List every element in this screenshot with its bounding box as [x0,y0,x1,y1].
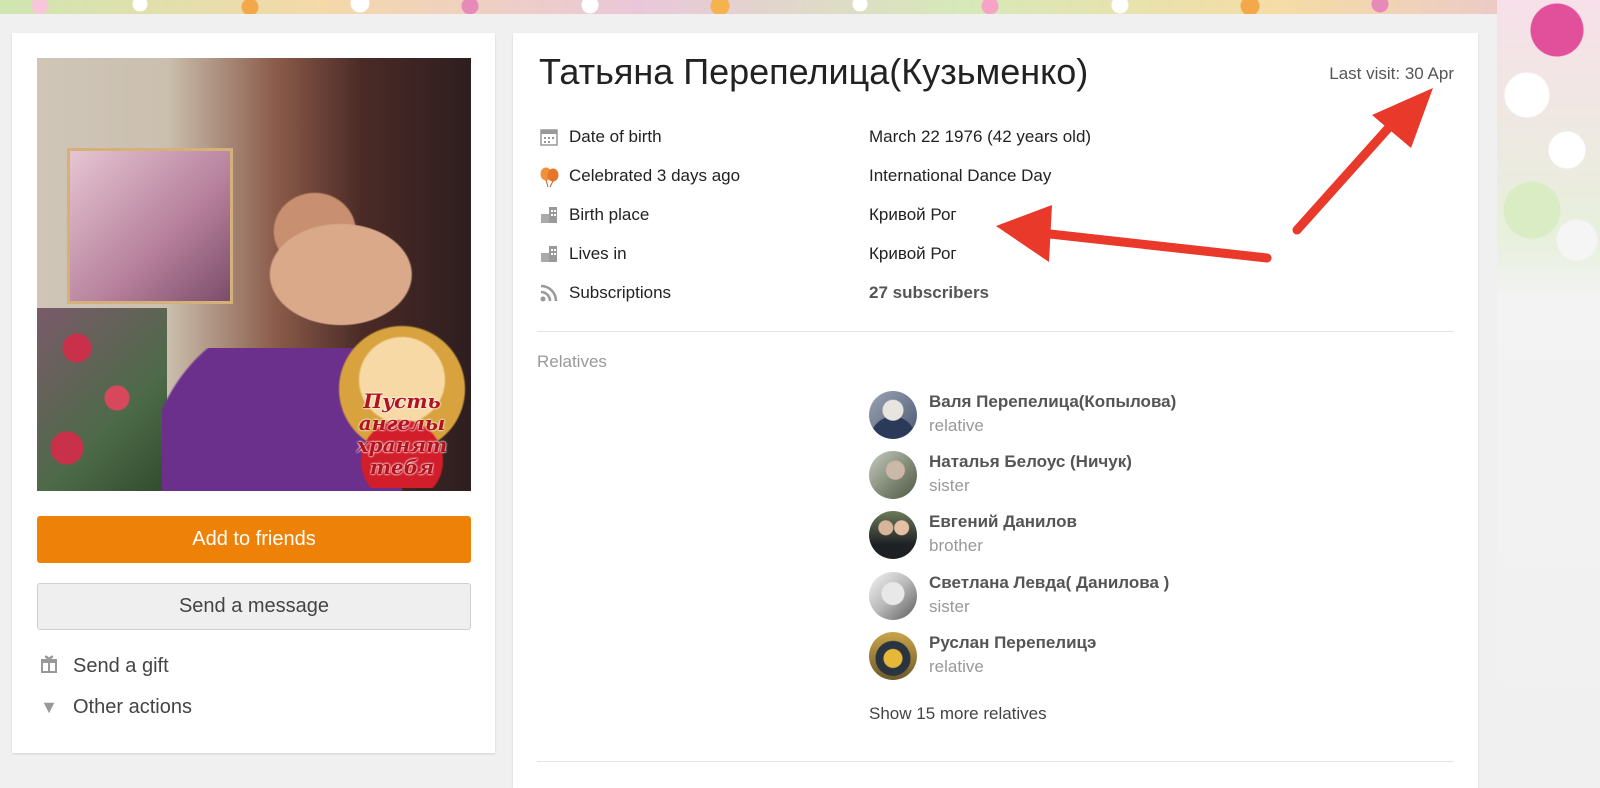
calendar-icon [539,127,559,147]
info-row-celebrated: Celebrated 3 days ago International Danc… [539,164,1459,190]
balloons-icon [539,166,559,188]
relative-item[interactable]: Валя Перепелица(Копылова) relative [869,391,1369,441]
relative-name[interactable]: Наталья Белоус (Ничук) [929,452,1132,472]
avatar[interactable] [869,451,917,499]
angel-badge: Пусть ангелы хранят тебя [322,308,471,488]
profile-photo[interactable]: Пусть ангелы хранят тебя [37,58,471,491]
info-label: Lives in [569,244,627,263]
info-value: International Dance Day [869,166,1052,185]
floral-side-background [1497,0,1600,788]
info-label: Subscriptions [569,283,672,302]
info-value: March 22 1976 (42 years old) [869,127,1092,146]
photo-wall-pictures [67,148,233,304]
relative-role: sister [929,597,970,616]
relatives-heading: Relatives [537,352,607,371]
other-actions-dropdown[interactable]: ▼ Other actions [37,693,192,721]
send-gift-link[interactable]: Send a gift [37,652,169,680]
avatar[interactable] [869,391,917,439]
triangle-down-icon: ▼ [40,696,58,717]
angel-badge-caption: Пусть ангелы хранят тебя [356,389,448,479]
relative-name[interactable]: Светлана Левда( Данилова ) [929,573,1169,593]
other-actions-label: Other actions [73,695,192,718]
info-row-birth-place: Birth place Кривой Рог [539,203,1459,229]
relative-name[interactable]: Евгений Данилов [929,512,1077,532]
relative-role: relative [929,416,984,435]
info-value[interactable]: Кривой Рог [869,244,957,264]
info-label: Celebrated 3 days ago [569,166,741,185]
info-row-subscriptions: Subscriptions 27 subscribers [539,281,1459,307]
relative-item[interactable]: Руслан Перепелицэ relative [869,632,1369,682]
photo-decorations [37,308,167,491]
avatar[interactable] [869,511,917,559]
relative-role: sister [929,476,970,495]
info-value[interactable]: Кривой Рог [869,205,957,225]
floral-header-background [0,0,1600,14]
rss-icon [539,283,559,303]
relative-item[interactable]: Евгений Данилов brother [869,511,1369,561]
relative-name[interactable]: Валя Перепелица(Копылова) [929,392,1176,412]
gift-icon [37,654,61,679]
relative-name[interactable]: Руслан Перепелицэ [929,633,1096,653]
info-label: Date of birth [569,127,662,146]
relative-item[interactable]: Светлана Левда( Данилова ) sister [869,572,1369,622]
last-visit-text: Last visit: 30 Apr [1329,64,1454,83]
send-message-button[interactable]: Send a message [37,583,471,630]
profile-name: Татьяна Перепелица(Кузьменко) [539,51,1089,92]
info-row-date-of-birth: Date of birth March 22 1976 (42 years ol… [539,125,1459,151]
send-gift-label: Send a gift [73,654,169,677]
avatar[interactable] [869,632,917,680]
section-divider [537,331,1454,332]
info-row-lives-in: Lives in Кривой Рог [539,242,1459,268]
building-icon [539,244,559,264]
relative-item[interactable]: Наталья Белоус (Ничук) sister [869,451,1369,501]
relative-role: relative [929,657,984,676]
profile-sidebar-card: Пусть ангелы хранят тебя Add to friends … [12,33,495,753]
info-label: Birth place [569,205,650,224]
building-icon [539,205,559,225]
section-divider [537,761,1454,762]
profile-info-card: Татьяна Перепелица(Кузьменко) Last visit… [513,33,1478,788]
avatar[interactable] [869,572,917,620]
relative-role: brother [929,536,983,555]
show-more-relatives-link[interactable]: Show 15 more relatives [869,704,1047,724]
subscribers-link[interactable]: 27 subscribers [869,283,989,303]
add-to-friends-button[interactable]: Add to friends [37,516,471,563]
